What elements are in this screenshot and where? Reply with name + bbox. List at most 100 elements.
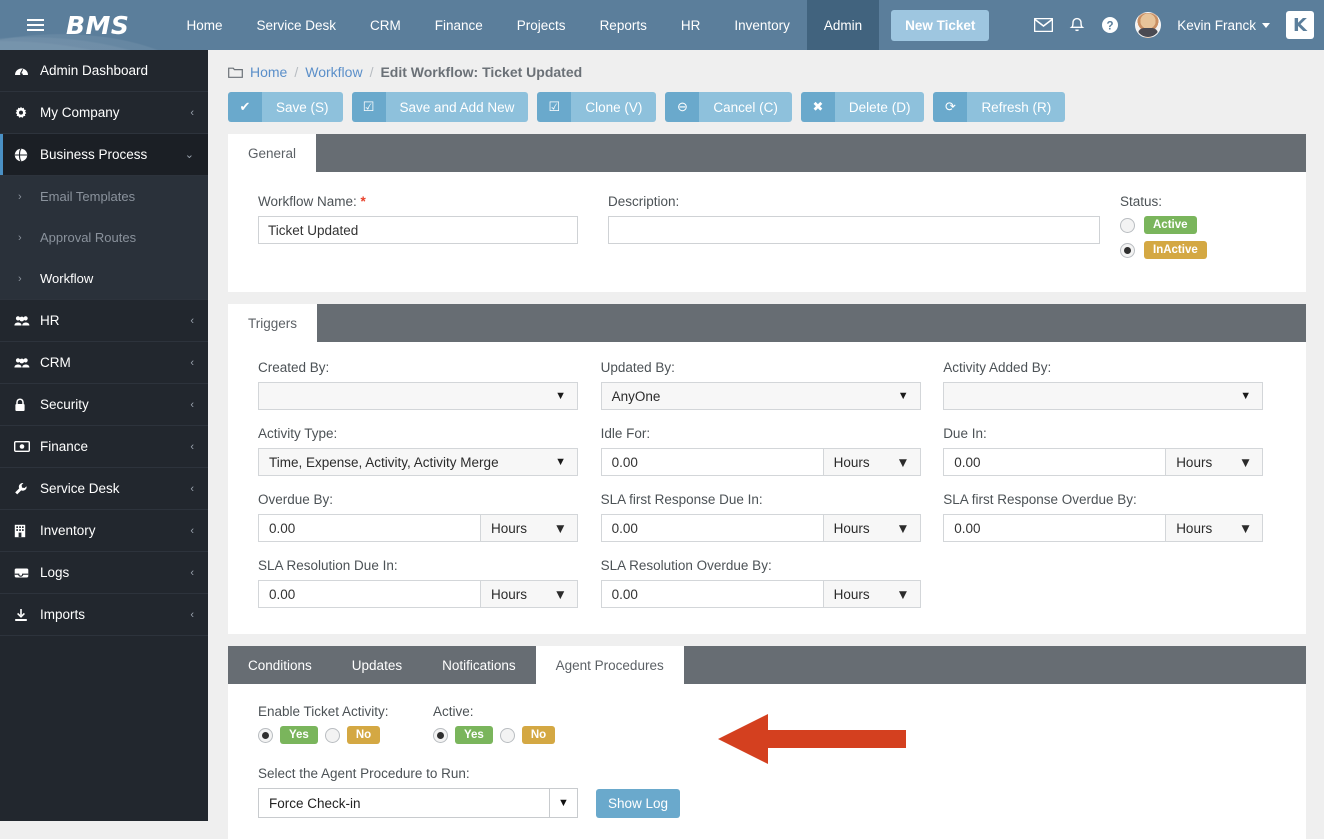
radio-enable-yes[interactable] (258, 728, 273, 743)
sidebar-item-hr[interactable]: HR ‹ (0, 300, 208, 342)
radio-inactive[interactable] (1120, 243, 1135, 258)
sidebar-item-business-process[interactable]: Business Process ⌄ (0, 134, 208, 176)
bell-icon[interactable] (1069, 17, 1085, 34)
activity-type-group: Activity Type: Time, Expense, Activity, … (258, 426, 601, 476)
nav-item-inventory[interactable]: Inventory (717, 0, 807, 50)
sla-first-response-overdue-by-input[interactable]: 0.00 (943, 514, 1165, 542)
radio-active[interactable] (1120, 218, 1135, 233)
overdue-by-input[interactable]: 0.00 (258, 514, 480, 542)
triggers-panel: Triggers Created By: ▼ Updated By: AnyOn… (228, 304, 1306, 634)
breadcrumb-separator: / (294, 64, 298, 80)
tab-general[interactable]: General (228, 134, 316, 172)
nav-item-reports[interactable]: Reports (583, 0, 664, 50)
sidebar-item-workflow[interactable]: › Workflow (0, 258, 208, 299)
workflow-name-label: Workflow Name: * (258, 194, 608, 209)
show-log-button[interactable]: Show Log (596, 789, 680, 818)
avatar[interactable] (1135, 12, 1161, 38)
sidebar-item-logs[interactable]: Logs ‹ (0, 552, 208, 594)
chevron-down-icon: ▼ (554, 587, 567, 602)
sidebar-item-inventory[interactable]: Inventory ‹ (0, 510, 208, 552)
sidebar-item-service-desk[interactable]: Service Desk ‹ (0, 468, 208, 510)
tab-notifications[interactable]: Notifications (422, 646, 536, 684)
triggers-spacer (943, 558, 1276, 608)
cancel-button[interactable]: ⊖ Cancel (C) (665, 92, 792, 122)
agent-procedure-select[interactable]: Force Check-in ▼ (258, 788, 578, 818)
nav-item-admin[interactable]: Admin (807, 0, 879, 50)
tab-conditions[interactable]: Conditions (228, 646, 332, 684)
breadcrumb-workflow[interactable]: Workflow (305, 64, 362, 80)
breadcrumb: Home / Workflow / Edit Workflow: Ticket … (208, 50, 1324, 92)
nav-item-projects[interactable]: Projects (500, 0, 583, 50)
sidebar-item-imports[interactable]: Imports ‹ (0, 594, 208, 636)
overdue-by-unit-select[interactable]: Hours ▼ (480, 514, 578, 542)
idle-for-unit-select[interactable]: Hours ▼ (823, 448, 921, 476)
nav-item-service-desk[interactable]: Service Desk (239, 0, 353, 50)
description-input[interactable] (608, 216, 1100, 244)
sidebar: Admin Dashboard My Company ‹ Business Pr… (0, 50, 208, 821)
sidebar-item-security[interactable]: Security ‹ (0, 384, 208, 426)
sidebar-label: Service Desk (40, 481, 190, 496)
tab-agent-procedures[interactable]: Agent Procedures (536, 646, 684, 684)
hamburger-icon[interactable] (10, 19, 60, 31)
sidebar-sub-label: Workflow (40, 271, 93, 286)
chevron-left-icon: ‹ (190, 567, 194, 579)
nav-item-finance[interactable]: Finance (418, 0, 500, 50)
activity-type-select[interactable]: Time, Expense, Activity, Activity Merge … (258, 448, 578, 476)
nav-item-home[interactable]: Home (169, 0, 239, 50)
chevron-right-icon: › (18, 273, 40, 285)
clone-button[interactable]: ☑ Clone (V) (537, 92, 656, 122)
sidebar-label: My Company (40, 105, 190, 120)
radio-enable-no[interactable] (325, 728, 340, 743)
nav-item-crm[interactable]: CRM (353, 0, 418, 50)
tab-triggers[interactable]: Triggers (228, 304, 317, 342)
minus-circle-icon: ⊖ (665, 92, 699, 122)
sidebar-item-crm[interactable]: CRM ‹ (0, 342, 208, 384)
chevron-down-icon: ▼ (898, 390, 920, 402)
due-in-unit-select[interactable]: Hours ▼ (1165, 448, 1263, 476)
save-button[interactable]: ✔ Save (S) (228, 92, 343, 122)
chevron-down-icon[interactable]: ▼ (549, 789, 577, 817)
sla-first-response-due-in-unit-select[interactable]: Hours ▼ (823, 514, 921, 542)
help-icon[interactable]: ? (1101, 16, 1119, 34)
user-menu[interactable]: Kevin Franck (1177, 18, 1270, 33)
sla-resolution-due-in-unit-select[interactable]: Hours ▼ (480, 580, 578, 608)
sidebar-item-finance[interactable]: Finance ‹ (0, 426, 208, 468)
nav-item-hr[interactable]: HR (664, 0, 718, 50)
created-by-select[interactable]: ▼ (258, 382, 578, 410)
breadcrumb-home[interactable]: Home (250, 64, 287, 80)
due-in-input[interactable]: 0.00 (943, 448, 1165, 476)
status-option-active[interactable]: Active (1120, 216, 1207, 234)
chevron-left-icon: ‹ (190, 609, 194, 621)
refresh-button[interactable]: ⟳ Refresh (R) (933, 92, 1065, 122)
sidebar-item-my-company[interactable]: My Company ‹ (0, 92, 208, 134)
sidebar-label: Finance (40, 439, 190, 454)
badge-active-yes: Yes (455, 726, 493, 744)
envelope-icon[interactable] (1034, 18, 1053, 32)
activity-added-by-select[interactable]: ▼ (943, 382, 1263, 410)
radio-active-yes[interactable] (433, 728, 448, 743)
kaseya-logo-button[interactable]: K (1286, 11, 1314, 39)
workflow-name-input[interactable] (258, 216, 578, 244)
radio-active-no[interactable] (500, 728, 515, 743)
sla-first-response-due-in-input[interactable]: 0.00 (601, 514, 823, 542)
sidebar-item-admin-dashboard[interactable]: Admin Dashboard (0, 50, 208, 92)
sidebar-item-approval-routes[interactable]: › Approval Routes (0, 217, 208, 258)
activity-type-value: Time, Expense, Activity, Activity Merge (259, 455, 555, 470)
wrench-icon (14, 482, 40, 496)
idle-for-input[interactable]: 0.00 (601, 448, 823, 476)
new-ticket-button[interactable]: New Ticket (891, 10, 989, 41)
delete-button[interactable]: ✖ Delete (D) (801, 92, 925, 122)
save-and-add-new-button[interactable]: ☑ Save and Add New (352, 92, 529, 122)
sidebar-item-email-templates[interactable]: › Email Templates (0, 176, 208, 217)
refresh-icon: ⟳ (933, 92, 967, 122)
check-icon: ✔ (228, 92, 262, 122)
sla-first-response-overdue-by-unit-select[interactable]: Hours ▼ (1165, 514, 1263, 542)
tab-updates[interactable]: Updates (332, 646, 422, 684)
sla-first-response-due-in-field: 0.00 Hours ▼ (601, 514, 921, 542)
updated-by-select[interactable]: AnyOne ▼ (601, 382, 921, 410)
sla-resolution-overdue-by-unit-select[interactable]: Hours ▼ (823, 580, 921, 608)
sla-resolution-due-in-input[interactable]: 0.00 (258, 580, 480, 608)
sla-resolution-overdue-by-input[interactable]: 0.00 (601, 580, 823, 608)
sidebar-sub-label: Email Templates (40, 189, 135, 204)
status-option-inactive[interactable]: InActive (1120, 241, 1207, 259)
